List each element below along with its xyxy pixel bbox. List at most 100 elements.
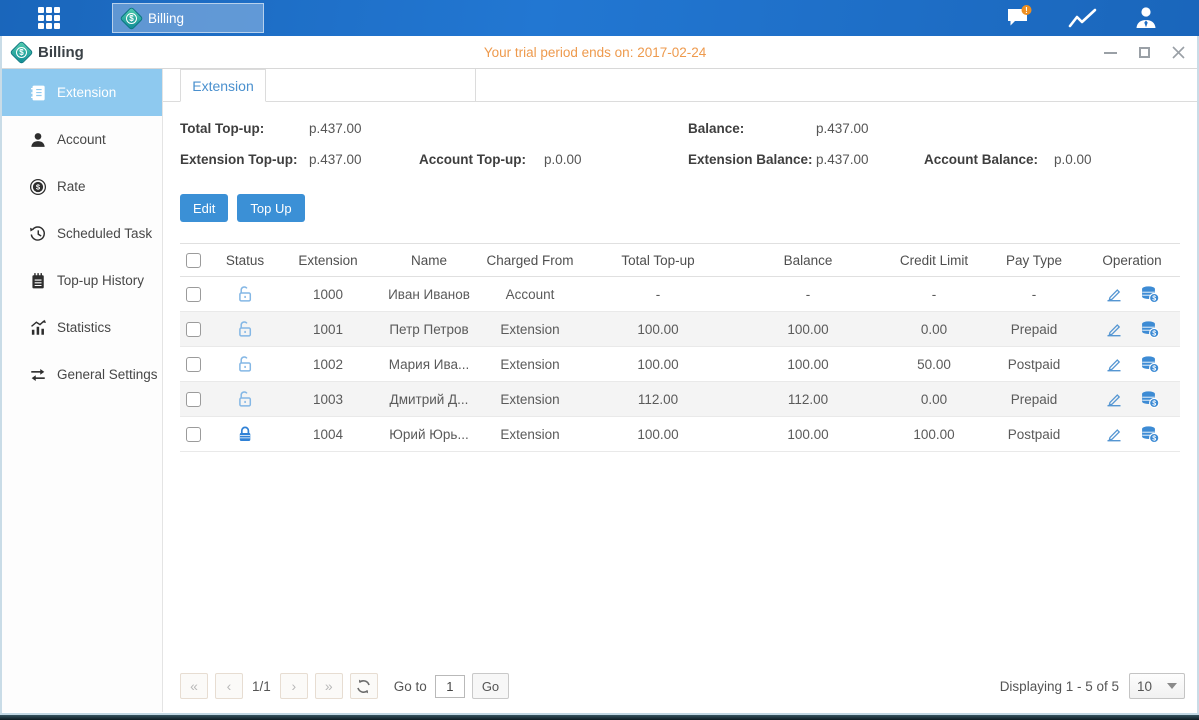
window-bottom-edge [0,715,1199,720]
cell-total-topup: 112.00 [584,392,732,407]
extension-topup-label: Extension Top-up: [180,152,298,167]
cell-pay-type: Prepaid [984,392,1084,407]
extension-topup-value: p.437.00 [309,152,362,167]
close-icon[interactable] [1169,44,1187,62]
sidebar-item-label: Account [57,132,106,147]
row-checkbox[interactable] [186,392,201,407]
sidebar-item-label: Scheduled Task [57,226,152,241]
sidebar-item-general-settings[interactable]: General Settings [2,351,162,398]
cell-name: Юрий Юрь... [382,427,476,442]
status-lock-icon [235,389,255,409]
next-page-button[interactable]: › [280,673,308,699]
sidebar-item-label: Top-up History [57,273,144,288]
tabstrip-spacer [266,69,476,102]
select-all-checkbox[interactable] [186,253,201,268]
page-size-value: 10 [1137,679,1152,694]
balance-summary: Total Top-up: p.437.00 Balance: p.437.00… [180,119,1197,181]
messages-icon[interactable]: ! [1006,5,1033,31]
header-name: Name [382,253,476,268]
total-topup-value: p.437.00 [309,121,362,136]
row-checkbox[interactable] [186,287,201,302]
cell-charged-from: Extension [476,322,584,337]
reports-icon[interactable] [1067,6,1099,30]
prev-page-button[interactable]: ‹ [215,673,243,699]
cell-credit-limit: 0.00 [884,322,984,337]
maximize-icon[interactable] [1135,44,1153,62]
edit-row-icon[interactable] [1105,390,1123,408]
edit-row-icon[interactable] [1105,285,1123,303]
extensions-table: Status Extension Name Charged From Total… [180,243,1180,452]
content: Extension Account $ Rate [2,69,1197,712]
cell-pay-type: Prepaid [984,322,1084,337]
svg-text:$: $ [1152,366,1156,373]
window-controls [1101,36,1187,69]
edit-row-icon[interactable] [1105,320,1123,338]
top-up-row-icon[interactable]: $ [1140,354,1160,374]
top-up-row-icon[interactable]: $ [1140,424,1160,444]
extension-balance-value: p.437.00 [816,152,869,167]
cell-credit-limit: - [884,287,984,302]
minimize-icon[interactable] [1101,44,1119,62]
header-total-topup: Total Top-up [584,253,732,268]
first-page-button[interactable]: « [180,673,208,699]
user-icon[interactable] [1133,5,1159,31]
refresh-icon[interactable] [350,673,378,699]
page-indicator: 1/1 [252,679,271,694]
ledger-icon [29,84,47,102]
table-row: 1004 Юрий Юрь... Extension 100.00 100.00… [180,417,1180,452]
status-lock-icon [235,319,255,339]
goto-page-input[interactable] [435,675,465,698]
cell-name: Иван Иванов [382,287,476,302]
topbar-billing-tab[interactable]: $ Billing [112,3,264,33]
sidebar-item-topup-history[interactable]: Top-up History [2,257,162,304]
cell-pay-type: Postpaid [984,427,1084,442]
sidebar-item-scheduled-task[interactable]: Scheduled Task [2,210,162,257]
top-up-row-icon[interactable]: $ [1140,319,1160,339]
row-checkbox[interactable] [186,322,201,337]
edit-row-icon[interactable] [1105,425,1123,443]
table-row: 1002 Мария Ива... Extension 100.00 100.0… [180,347,1180,382]
cell-name: Мария Ива... [382,357,476,372]
sidebar-item-rate[interactable]: $ Rate [2,163,162,210]
sidebar-item-statistics[interactable]: Statistics [2,304,162,351]
cell-extension: 1003 [274,392,382,407]
balance-label: Balance: [688,121,744,136]
cell-extension: 1004 [274,427,382,442]
cell-total-topup: - [584,287,732,302]
pagination-bar: « ‹ 1/1 › » Go to Go [180,672,1185,700]
titlebar: $ Billing Your trial period ends on: 201… [2,36,1197,69]
cell-total-topup: 100.00 [584,357,732,372]
bar-chart-icon [29,319,47,337]
person-icon [29,131,47,149]
header-extension: Extension [274,253,382,268]
edit-row-icon[interactable] [1105,355,1123,373]
row-checkbox[interactable] [186,427,201,442]
edit-button[interactable]: Edit [180,194,228,222]
trial-notice: Your trial period ends on: 2017-02-24 [484,45,706,60]
topbar-right-icons: ! [1006,0,1159,36]
header-balance: Balance [732,253,884,268]
cell-balance: 100.00 [732,427,884,442]
cell-charged-from: Extension [476,427,584,442]
cell-balance: 100.00 [732,357,884,372]
cell-balance: 112.00 [732,392,884,407]
table-row: 1001 Петр Петров Extension 100.00 100.00… [180,312,1180,347]
last-page-button[interactable]: » [315,673,343,699]
total-topup-label: Total Top-up: [180,121,264,136]
sidebar-item-account[interactable]: Account [2,116,162,163]
cell-extension: 1002 [274,357,382,372]
app-launcher-icon[interactable] [38,7,70,29]
cell-extension: 1000 [274,287,382,302]
balance-value: p.437.00 [816,121,869,136]
page-size-select[interactable]: 10 [1129,673,1185,699]
top-up-row-icon[interactable]: $ [1140,284,1160,304]
top-up-button[interactable]: Top Up [237,194,304,222]
row-checkbox[interactable] [186,357,201,372]
extension-balance-label: Extension Balance: [688,152,813,167]
top-up-row-icon[interactable]: $ [1140,389,1160,409]
go-button[interactable]: Go [472,673,509,699]
tab-extension[interactable]: Extension [180,69,266,102]
svg-text:$: $ [1152,296,1156,303]
sidebar-item-extension[interactable]: Extension [2,69,162,116]
header-credit-limit: Credit Limit [884,253,984,268]
